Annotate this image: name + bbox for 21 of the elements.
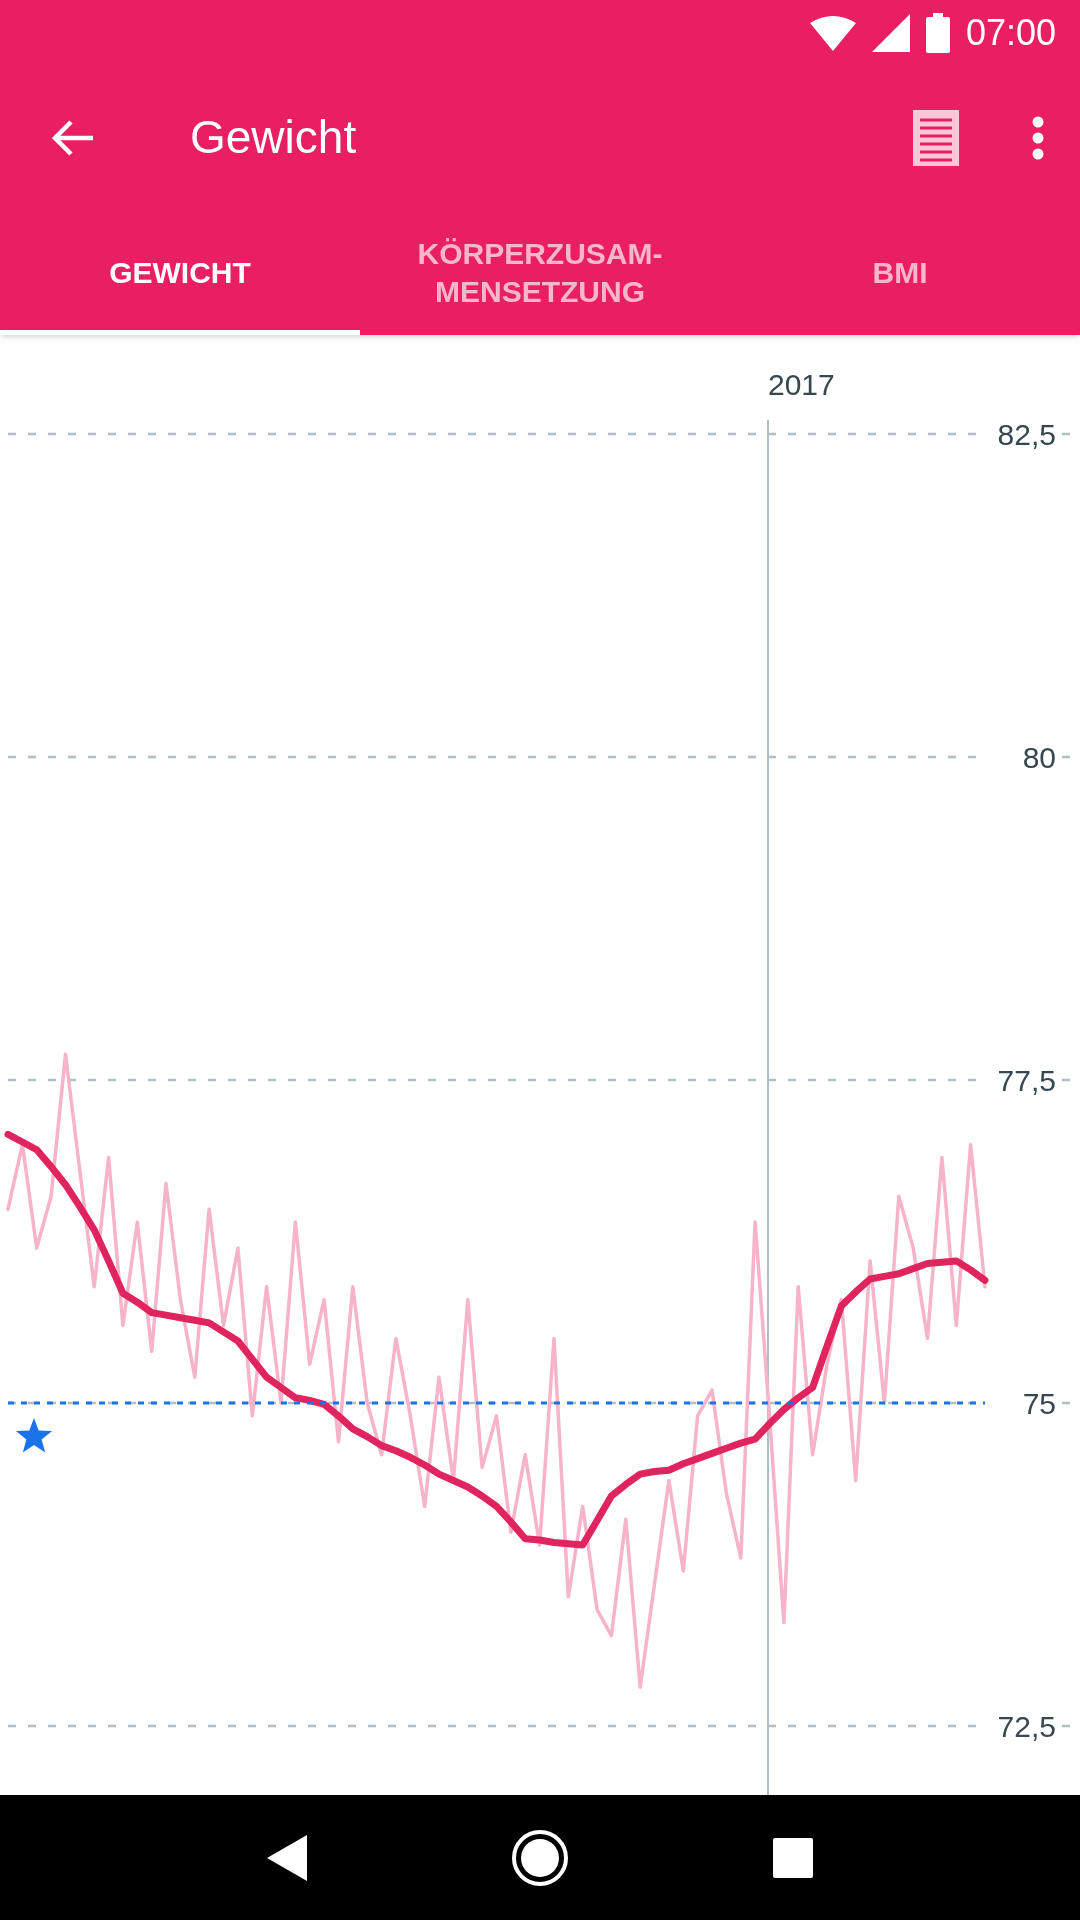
triangle-back-icon xyxy=(266,1834,307,1881)
y-axis-label: 77,5 xyxy=(997,1064,1056,1097)
status-time: 07:00 xyxy=(965,10,1056,55)
y-axis-label: 72,5 xyxy=(997,1710,1056,1743)
back-arrow-icon xyxy=(51,117,95,158)
tab[interactable]: GEWICHT xyxy=(0,210,360,335)
tab[interactable]: BMI xyxy=(720,210,1080,335)
document-icon xyxy=(913,109,959,166)
wifi-icon xyxy=(809,14,856,51)
battery-icon xyxy=(925,12,950,53)
more-vertical-icon xyxy=(1032,115,1044,160)
home-circle-icon xyxy=(511,1828,569,1887)
star-icon xyxy=(15,1418,53,1453)
tab[interactable]: KÖRPERZUSAM-MENSETZUNG xyxy=(360,210,720,335)
signal-icon xyxy=(871,13,910,52)
y-axis-label: 82,5 xyxy=(997,418,1056,451)
square-recents-icon xyxy=(773,1837,814,1878)
y-axis-label: 80 xyxy=(1022,741,1056,774)
screen-title: Gewicht xyxy=(190,110,357,165)
year-label: 2017 xyxy=(768,368,835,401)
y-axis-label: 75 xyxy=(1022,1387,1056,1420)
